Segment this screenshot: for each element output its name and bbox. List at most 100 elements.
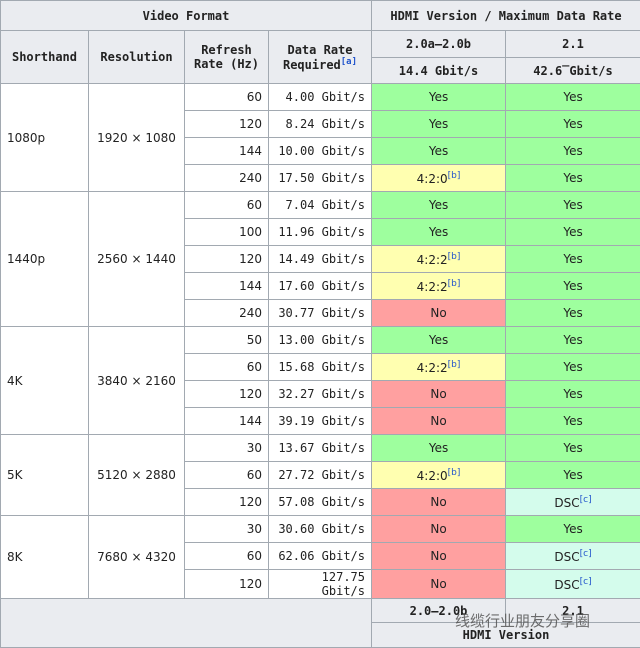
support-cell-2-0: 4:2:0[b] <box>371 164 507 192</box>
data-rate-cell: 17.50 Gbit/s <box>267 164 373 192</box>
refresh-rate-cell: 60 <box>184 353 269 381</box>
table-row: 1440p 2560 × 1440 60 7.04 Gbit/s Yes Yes <box>0 191 640 327</box>
support-cell-2-1: Yes <box>505 191 640 219</box>
refresh-rate-cell: 50 <box>184 326 269 354</box>
resolution-cell: 5120 × 2880 <box>88 434 185 516</box>
footnote-link[interactable]: [b] <box>448 360 461 370</box>
support-cell-2-1: DSC[c] <box>505 569 640 599</box>
resolution-cell: 2560 × 1440 <box>88 191 185 327</box>
resolution-header: Resolution <box>88 30 185 84</box>
data-rate-cell: 30.77 Gbit/s <box>267 299 373 327</box>
hdmi-format-table: Video Format HDMI Version / Maximum Data… <box>0 0 640 648</box>
support-cell-2-0: Yes <box>371 137 507 165</box>
data-rate-cell: 4.00 Gbit/s <box>267 83 373 111</box>
table-row: 4K 3840 × 2160 50 13.00 Gbit/s Yes Yes <box>0 326 640 435</box>
version-a-header: 2.0a–2.0b <box>371 30 507 58</box>
support-cell-2-0: No <box>371 515 507 543</box>
refresh-rate-header: Refresh Rate (Hz) <box>184 30 269 84</box>
support-value: Yes <box>563 252 583 266</box>
support-cell-2-0: No <box>371 488 507 516</box>
support-cell-2-0: No <box>371 542 507 570</box>
shorthand-cell: 1440p <box>0 191 89 327</box>
support-value: Yes <box>428 90 449 104</box>
resolution-cell: 3840 × 2160 <box>88 326 185 435</box>
data-rate-cell: 8.24 Gbit/s <box>267 110 373 138</box>
support-cell-2-0: No <box>371 407 507 435</box>
data-rate-cell: 27.72 Gbit/s <box>267 461 373 489</box>
support-cell-2-1: DSC[c] <box>505 488 640 516</box>
data-rate-cell: 127.75 Gbit/s <box>267 569 373 599</box>
support-value: Yes <box>563 387 583 401</box>
support-value: Yes <box>563 441 583 455</box>
support-value: Yes <box>428 198 449 212</box>
hdmi-version-header: HDMI Version / Maximum Data Rate <box>371 0 640 31</box>
refresh-rate-cell: 240 <box>184 299 269 327</box>
support-cell-2-1: Yes <box>505 299 640 327</box>
support-cell-2-0: Yes <box>371 191 507 219</box>
data-rate-cell: 13.67 Gbit/s <box>267 434 373 462</box>
refresh-rate-cell: 60 <box>184 461 269 489</box>
support-value: 4:2:2 <box>416 279 448 294</box>
refresh-rate-cell: 120 <box>184 488 269 516</box>
support-cell-2-1: Yes <box>505 110 640 138</box>
refresh-rate-cell: 100 <box>184 218 269 246</box>
support-cell-2-0: Yes <box>371 218 507 246</box>
support-value: Yes <box>428 225 449 239</box>
shorthand-cell: 5K <box>0 434 89 516</box>
support-value: Yes <box>563 198 583 212</box>
support-value: Yes <box>563 522 583 536</box>
support-value: Yes <box>563 279 583 293</box>
footnote-link[interactable]: [b] <box>448 171 461 181</box>
data-rate-cell: 62.06 Gbit/s <box>267 542 373 570</box>
support-cell-2-0: Yes <box>371 83 507 111</box>
support-cell-2-0: Yes <box>371 110 507 138</box>
support-value: Yes <box>563 360 583 374</box>
support-cell-2-1: Yes <box>505 83 640 111</box>
support-value: No <box>430 387 447 401</box>
data-rate-cell: 15.68 Gbit/s <box>267 353 373 381</box>
data-rate-cell: 10.00 Gbit/s <box>267 137 373 165</box>
footnote-link[interactable]: [b] <box>448 252 461 262</box>
shorthand-cell: 1080p <box>0 83 89 192</box>
version-a-rate: 14.4 Gbit/s <box>371 57 507 84</box>
support-cell-2-1: Yes <box>505 353 640 381</box>
support-value: Yes <box>563 144 583 158</box>
support-value: Yes <box>428 117 449 131</box>
support-value: 4:2:0 <box>416 171 448 186</box>
support-value: Yes <box>563 117 583 131</box>
support-value: DSC <box>554 549 580 564</box>
shorthand-cell: 8K <box>0 515 89 599</box>
footnote-link[interactable]: [c] <box>580 495 592 505</box>
support-value: No <box>430 549 447 563</box>
shorthand-cell: 4K <box>0 326 89 435</box>
resolution-cell: 7680 × 4320 <box>88 515 185 599</box>
support-cell-2-0: 4:2:0[b] <box>371 461 507 489</box>
footnote-link[interactable]: [c] <box>580 549 592 559</box>
version-b-header: 2.1 <box>505 30 640 58</box>
support-cell-2-1: Yes <box>505 326 640 354</box>
support-value: Yes <box>563 333 583 347</box>
data-rate-cell: 7.04 Gbit/s <box>267 191 373 219</box>
support-value: Yes <box>428 144 449 158</box>
footnote-link[interactable]: [b] <box>448 279 461 289</box>
footnote-link[interactable]: [a] <box>341 57 357 67</box>
data-rate-cell: 39.19 Gbit/s <box>267 407 373 435</box>
footnote-link[interactable]: [c] <box>580 577 592 587</box>
support-cell-2-1: DSC[c] <box>505 542 640 570</box>
support-value: Yes <box>563 225 583 239</box>
footnote-link[interactable]: [b] <box>448 468 461 478</box>
support-value: Yes <box>563 306 583 320</box>
support-cell-2-0: Yes <box>371 434 507 462</box>
support-value: No <box>430 522 447 536</box>
support-value: 4:2:2 <box>416 252 448 267</box>
support-value: 4:2:0 <box>416 468 448 483</box>
support-value: Yes <box>563 90 583 104</box>
support-cell-2-1: Yes <box>505 434 640 462</box>
refresh-rate-cell: 120 <box>184 245 269 273</box>
refresh-rate-cell: 144 <box>184 272 269 300</box>
support-value: 4:2:2 <box>416 360 448 375</box>
resolution-cell: 1920 × 1080 <box>88 83 185 192</box>
data-rate-header: Data Rate Required[a] <box>267 30 373 84</box>
support-cell-2-1: Yes <box>505 407 640 435</box>
support-cell-2-1: Yes <box>505 515 640 543</box>
